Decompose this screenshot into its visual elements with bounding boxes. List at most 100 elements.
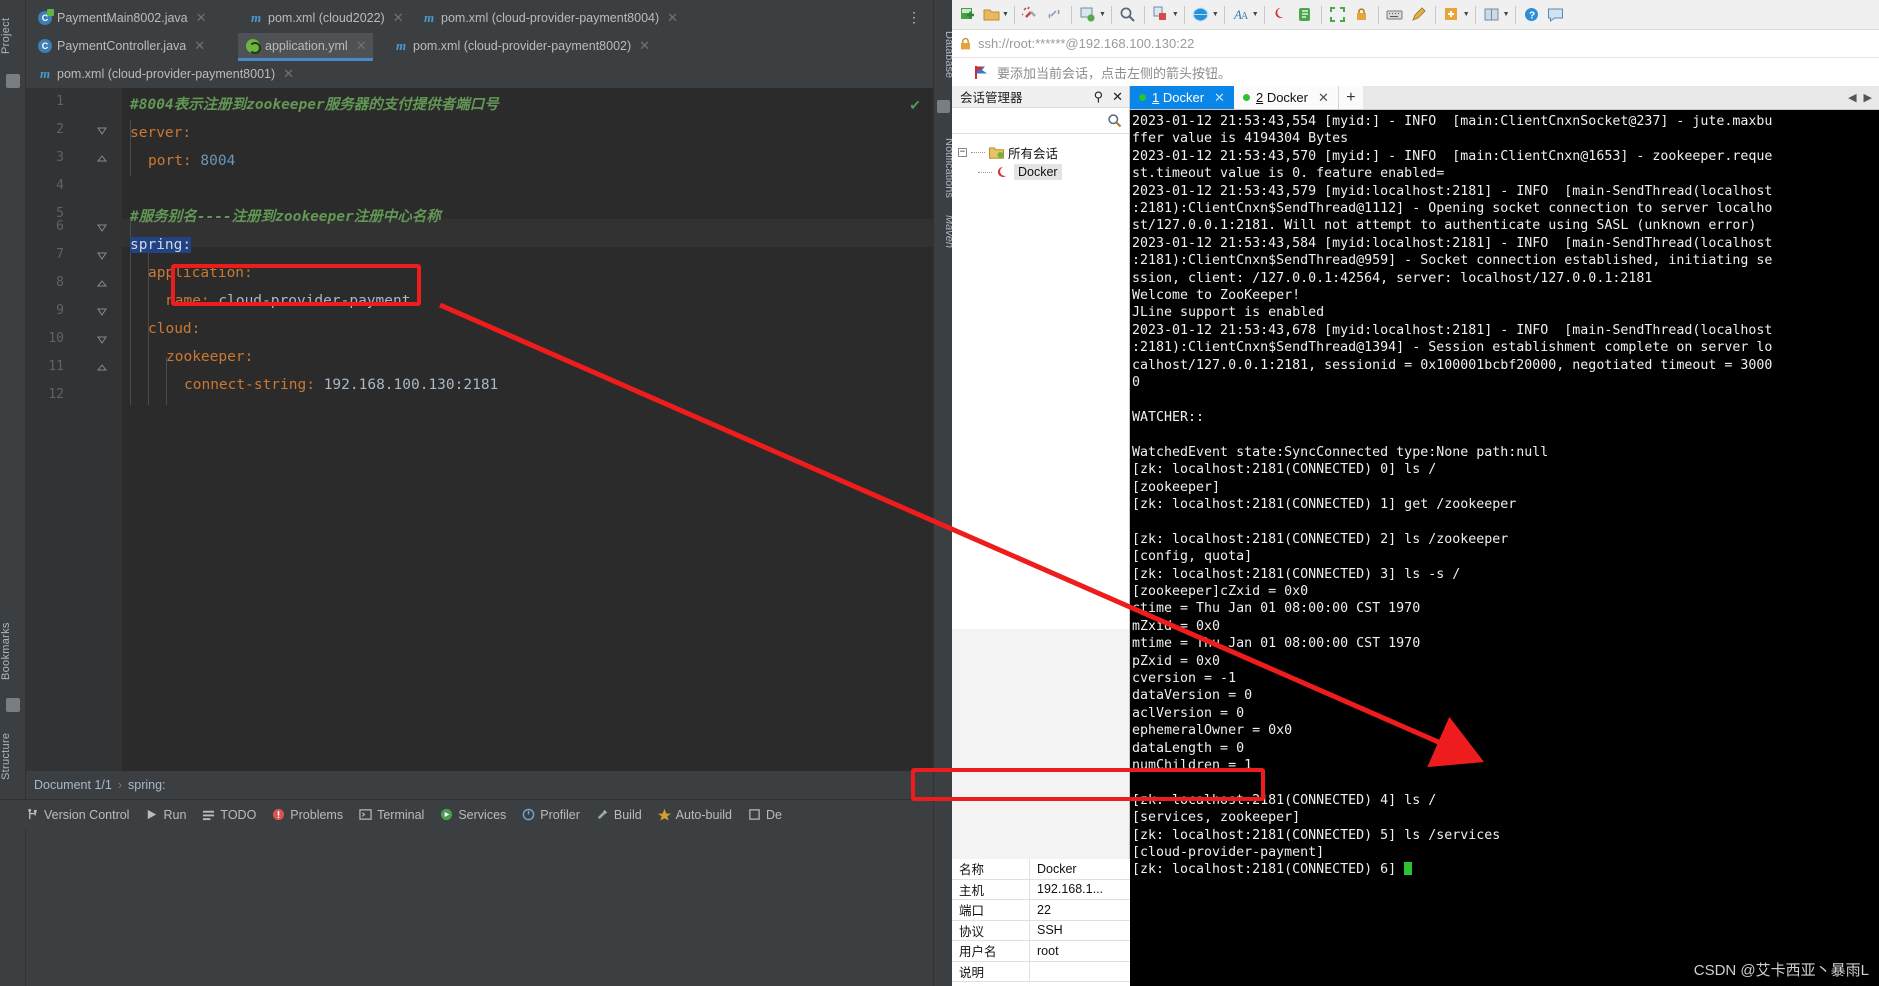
- chevron-down-icon[interactable]: ▼: [1172, 11, 1179, 18]
- chevron-down-icon[interactable]: ▼: [1099, 11, 1106, 18]
- notifications-bell-icon[interactable]: [937, 100, 950, 113]
- chevron-down-icon[interactable]: ▼: [1503, 11, 1510, 18]
- close-icon[interactable]: ✕: [1112, 89, 1123, 105]
- editor-tab-bar: C PaymentMain8002.java ✕ m pom.xml (clou…: [26, 0, 933, 88]
- code-text[interactable]: #8004表示注册到zookeeper服务器的支付提供者端口号 server: …: [122, 88, 933, 771]
- toolbar-separator: [1143, 5, 1145, 24]
- status-dependencies[interactable]: De: [748, 808, 782, 822]
- rail-bookmarks-label[interactable]: Bookmarks: [0, 610, 26, 692]
- tree-node-docker[interactable]: Docker: [958, 162, 1129, 182]
- rail-structure-label[interactable]: Structure: [0, 716, 26, 796]
- chevron-down-icon[interactable]: ▼: [1212, 11, 1219, 18]
- search-icon[interactable]: [1117, 3, 1139, 27]
- layout-icon[interactable]: [1481, 3, 1503, 27]
- fullscreen-icon[interactable]: [1327, 3, 1349, 27]
- disconnect-icon[interactable]: [1020, 3, 1042, 27]
- status-build[interactable]: Build: [596, 808, 642, 822]
- pin-icon[interactable]: ⚲: [1094, 89, 1104, 105]
- tab-overflow-menu-icon[interactable]: ⋮: [907, 10, 921, 24]
- tab-pom-cloud2022[interactable]: m pom.xml (cloud2022) ✕: [241, 5, 410, 31]
- tab-pom-payment8002[interactable]: m pom.xml (cloud-provider-payment8002) ✕: [386, 33, 656, 59]
- close-icon[interactable]: ✕: [356, 38, 367, 54]
- close-icon[interactable]: ✕: [1318, 90, 1329, 106]
- tab-paymentmain8002[interactable]: C PaymentMain8002.java ✕: [30, 5, 213, 31]
- close-icon[interactable]: ✕: [283, 66, 294, 82]
- fold-collapse-icon[interactable]: [96, 125, 108, 137]
- ssh-address-bar[interactable]: ssh://root:******@192.168.100.130:22: [952, 30, 1879, 58]
- feedback-icon[interactable]: [1545, 3, 1567, 27]
- chevron-left-icon[interactable]: ◀: [1848, 91, 1856, 104]
- tab-pom-payment8004[interactable]: m pom.xml (cloud-provider-payment8004) ✕: [414, 5, 684, 31]
- status-version-control[interactable]: Version Control: [26, 808, 129, 822]
- fold-collapse-icon[interactable]: [96, 306, 108, 318]
- chevron-down-icon[interactable]: ▼: [1463, 11, 1470, 18]
- highlight-icon[interactable]: [1270, 3, 1292, 27]
- script-icon[interactable]: [1294, 3, 1316, 27]
- line-number: 9: [56, 303, 64, 318]
- new-window-icon[interactable]: [1441, 3, 1463, 27]
- code-comment: #8004表示注册到zookeeper服务器的支付提供者端口号: [130, 97, 499, 113]
- font-icon[interactable]: AA: [1230, 3, 1252, 27]
- status-profiler[interactable]: Profiler: [522, 808, 580, 822]
- terminal-tab-nav[interactable]: ◀ ▶: [1848, 86, 1879, 109]
- pencil-icon[interactable]: [1408, 3, 1430, 27]
- close-icon[interactable]: ✕: [393, 10, 404, 26]
- fold-collapse-icon[interactable]: [96, 222, 108, 234]
- inspection-ok-icon[interactable]: ✔: [909, 97, 921, 114]
- status-terminal[interactable]: Terminal: [359, 808, 424, 822]
- bookmarks-icon[interactable]: [6, 698, 20, 712]
- tree-node-all-sessions[interactable]: − 所有会话: [958, 142, 1129, 162]
- chevron-down-icon[interactable]: ▼: [1252, 11, 1259, 18]
- tab-application-yml[interactable]: application.yml ✕: [238, 33, 373, 61]
- xshell-toolbar[interactable]: ▼ ▼ ▼ ▼ A A ▼ ▼ ▼ ?: [952, 0, 1879, 30]
- tab-pom-payment8001[interactable]: m pom.xml (cloud-provider-payment8001) ✕: [30, 61, 300, 87]
- close-icon[interactable]: ✕: [639, 38, 650, 54]
- status-services[interactable]: Services: [440, 808, 506, 822]
- flag-icon: [975, 65, 987, 79]
- terminal-tab-2[interactable]: 2 Docker ✕: [1233, 86, 1339, 109]
- chevron-right-icon[interactable]: ▶: [1864, 91, 1872, 104]
- terminal-tab-1[interactable]: 1 Docker ✕: [1130, 86, 1234, 109]
- line-number: 1: [56, 94, 64, 109]
- fold-end-icon[interactable]: [96, 362, 108, 374]
- keyboard-icon[interactable]: [1384, 3, 1406, 27]
- toolbar-separator: [1013, 5, 1015, 24]
- connect-link-icon[interactable]: [1044, 3, 1066, 27]
- status-todo[interactable]: TODO: [202, 808, 256, 822]
- fold-collapse-icon[interactable]: [96, 250, 108, 262]
- status-run[interactable]: Run: [145, 808, 186, 822]
- project-panel-icon[interactable]: [6, 74, 20, 88]
- close-icon[interactable]: ✕: [196, 10, 207, 26]
- tab-paymentcontroller[interactable]: C PaymentController.java ✕: [30, 33, 211, 59]
- file-transfer-icon[interactable]: [1150, 3, 1172, 27]
- property-key: 名称: [952, 859, 1030, 879]
- search-icon[interactable]: [1107, 113, 1122, 128]
- fold-end-icon[interactable]: [96, 153, 108, 165]
- status-problems[interactable]: Problems: [272, 808, 343, 822]
- help-icon[interactable]: ?: [1521, 3, 1543, 27]
- globe-icon[interactable]: [1190, 3, 1212, 27]
- session-tree[interactable]: − 所有会话 Docker: [952, 134, 1129, 629]
- terminal-output[interactable]: 2023-01-12 21:53:43,554 [myid:] - INFO […: [1130, 110, 1879, 986]
- session-search-bar[interactable]: [952, 108, 1129, 134]
- collapse-icon[interactable]: −: [958, 147, 967, 157]
- close-icon[interactable]: ✕: [194, 38, 205, 54]
- status-autobuild[interactable]: Auto-build: [657, 808, 732, 822]
- new-session-icon[interactable]: [956, 3, 978, 27]
- code-key: port: [148, 153, 183, 169]
- toolbar-separator: [1110, 5, 1112, 24]
- close-icon[interactable]: ✕: [1214, 90, 1225, 106]
- rail-project-label[interactable]: Project: [0, 6, 26, 66]
- open-folder-icon[interactable]: [980, 3, 1002, 27]
- session-properties-icon[interactable]: [1077, 3, 1099, 27]
- chevron-down-icon[interactable]: ▼: [1002, 11, 1009, 18]
- close-icon[interactable]: ✕: [667, 10, 678, 26]
- code-editor[interactable]: 1 2 3 4 5 6 7 8 9 10 11 12 #8004表示注册到zoo…: [26, 88, 933, 771]
- new-terminal-tab-button[interactable]: +: [1338, 86, 1363, 109]
- property-value: SSH: [1037, 923, 1063, 938]
- fold-collapse-icon[interactable]: [96, 334, 108, 346]
- fold-end-icon[interactable]: [96, 278, 108, 290]
- lock-icon[interactable]: [1351, 3, 1373, 27]
- ide-status-bar: Version Control Run TODO Problems Termin…: [0, 799, 952, 829]
- editor-gutter[interactable]: 1 2 3 4 5 6 7 8 9 10 11 12: [26, 88, 122, 771]
